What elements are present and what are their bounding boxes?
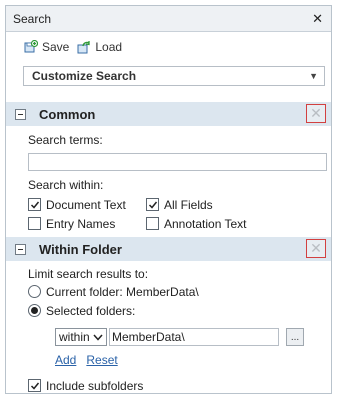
load-button[interactable]: Load	[77, 40, 122, 54]
checkbox-checked-icon	[146, 198, 159, 211]
save-button[interactable]: Save	[24, 40, 69, 54]
all-fields-label: All Fields	[164, 197, 213, 212]
dropdown-arrow-icon: ▼	[309, 71, 318, 81]
panel-title: Search	[13, 11, 52, 26]
chevron-down-icon	[93, 334, 103, 341]
remove-section-icon[interactable]: ✕	[306, 104, 326, 123]
document-text-label: Document Text	[46, 197, 126, 212]
annotation-text-label: Annotation Text	[164, 216, 247, 231]
search-panel: Search ✕ Save Load Customize Search ▼ Co…	[5, 5, 332, 394]
search-within-row: Entry Names Annotation Text	[28, 214, 331, 233]
toolbar: Save Load	[6, 32, 331, 62]
folder-path-input[interactable]: MemberData\	[109, 328, 279, 346]
all-fields-checkbox[interactable]: All Fields	[146, 198, 213, 212]
include-subfolders-row: Include subfolders	[28, 376, 331, 393]
selected-folders-radio[interactable]: Selected folders:	[28, 301, 331, 320]
common-section-header: Common ✕	[6, 102, 331, 126]
radio-unselected-icon	[28, 285, 41, 298]
remove-section-icon[interactable]: ✕	[306, 239, 326, 258]
entry-names-label: Entry Names	[46, 216, 116, 231]
reset-link[interactable]: Reset	[86, 353, 117, 367]
customize-search-dropdown[interactable]: Customize Search ▼	[23, 66, 325, 86]
common-section-body: Search terms: Search within: Document Te…	[6, 126, 331, 237]
customize-search-label: Customize Search	[32, 69, 137, 83]
within-folder-section-header: Within Folder ✕	[6, 237, 331, 261]
close-icon[interactable]: ✕	[312, 11, 323, 27]
common-section-title: Common	[39, 106, 96, 122]
within-folder-section-title: Within Folder	[39, 241, 122, 257]
add-link[interactable]: Add	[55, 353, 76, 367]
include-subfolders-checkbox[interactable]: Include subfolders	[28, 379, 143, 393]
save-icon	[24, 40, 38, 54]
within-folder-section-body: Limit search results to: Current folder:…	[6, 261, 331, 393]
annotation-text-checkbox[interactable]: Annotation Text	[146, 217, 247, 231]
radio-selected-icon	[28, 304, 41, 317]
checkbox-checked-icon	[28, 379, 41, 392]
include-subfolders-label: Include subfolders	[46, 378, 144, 393]
browse-button[interactable]: ...	[286, 328, 304, 346]
current-folder-label: Current folder: MemberData\	[46, 284, 199, 299]
checkbox-checked-icon	[28, 198, 41, 211]
checkbox-unchecked-icon	[146, 217, 159, 230]
limit-results-label: Limit search results to:	[28, 267, 149, 281]
load-label: Load	[95, 40, 123, 54]
scope-select-value: within	[59, 330, 90, 344]
search-terms-input[interactable]	[28, 153, 327, 171]
folder-row: within MemberData\ ...	[55, 326, 331, 348]
folder-links: Add Reset	[55, 351, 331, 369]
scope-select[interactable]: within	[55, 328, 107, 346]
collapse-icon[interactable]	[15, 108, 26, 120]
document-text-checkbox[interactable]: Document Text	[28, 198, 146, 212]
selected-folders-label: Selected folders:	[46, 303, 136, 318]
search-within-label: Search within:	[28, 178, 104, 192]
collapse-icon[interactable]	[15, 243, 26, 255]
load-icon	[77, 40, 91, 54]
entry-names-checkbox[interactable]: Entry Names	[28, 217, 146, 231]
current-folder-radio[interactable]: Current folder: MemberData\	[28, 282, 331, 301]
save-label: Save	[42, 40, 70, 54]
folder-path-value: MemberData\	[112, 330, 185, 344]
panel-titlebar: Search ✕	[6, 6, 331, 32]
search-within-row: Document Text All Fields	[28, 195, 331, 214]
checkbox-unchecked-icon	[28, 217, 41, 230]
search-terms-label: Search terms:	[28, 133, 103, 147]
